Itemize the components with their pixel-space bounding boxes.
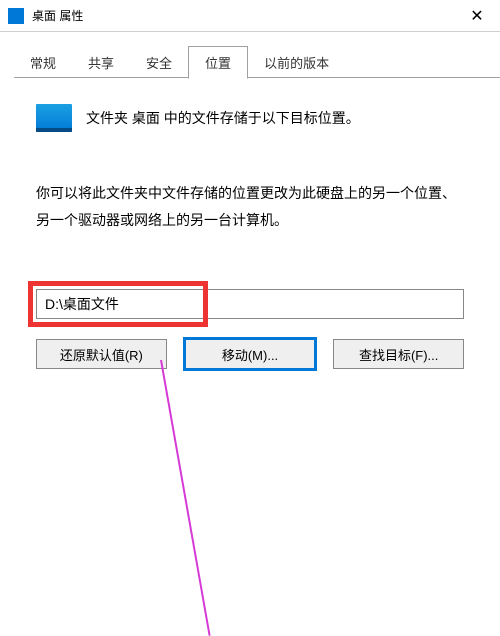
find-target-button[interactable]: 查找目标(F)... <box>333 339 464 369</box>
tab-location[interactable]: 位置 <box>188 46 248 79</box>
tab-general[interactable]: 常规 <box>14 47 72 78</box>
tab-previous-versions[interactable]: 以前的版本 <box>248 47 345 78</box>
tab-panel-location: 文件夹 桌面 中的文件存储于以下目标位置。 你可以将此文件夹中文件存储的位置更改… <box>0 78 500 389</box>
move-button[interactable]: 移动(M)... <box>185 339 316 369</box>
desktop-folder-icon <box>36 104 72 132</box>
description-text: 你可以将此文件夹中文件存储的位置更改为此硬盘上的另一个位置、另一个驱动器或网络上… <box>36 180 464 233</box>
tab-security[interactable]: 安全 <box>130 47 188 78</box>
target-path-input[interactable] <box>36 289 464 319</box>
annotation-arrow-line <box>160 360 211 636</box>
window-icon <box>8 8 24 24</box>
tab-bar: 常规 共享 安全 位置 以前的版本 <box>0 32 500 78</box>
titlebar: 桌面 属性 ✕ <box>0 0 500 32</box>
heading-text: 文件夹 桌面 中的文件存储于以下目标位置。 <box>86 108 360 128</box>
tab-sharing[interactable]: 共享 <box>72 47 130 78</box>
window-title: 桌面 属性 <box>32 7 454 24</box>
restore-default-button[interactable]: 还原默认值(R) <box>36 339 167 369</box>
close-button[interactable]: ✕ <box>454 0 500 32</box>
